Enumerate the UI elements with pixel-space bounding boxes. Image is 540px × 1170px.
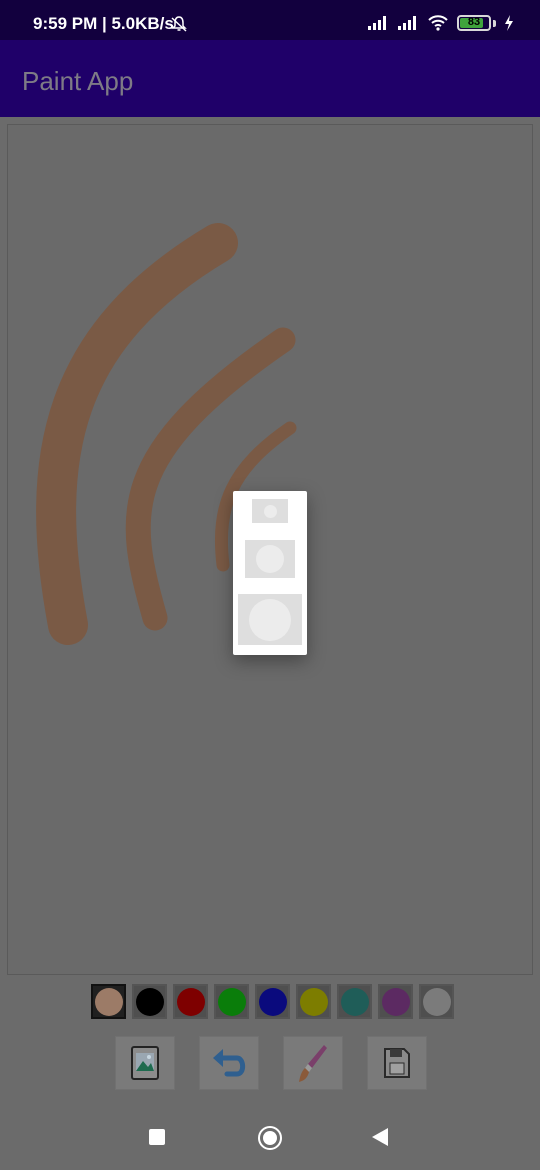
home-inner	[263, 1131, 277, 1145]
undo-icon	[213, 1049, 246, 1077]
mute-bell-icon	[171, 16, 187, 32]
status-time: 9:59 PM | 5.0KB/s	[33, 14, 174, 33]
wifi-icon	[428, 15, 448, 31]
brush-size-large-button[interactable]	[238, 594, 302, 645]
color-swatch-purple[interactable]	[378, 984, 413, 1019]
color-palette	[91, 984, 454, 1019]
color-swatch-teal[interactable]	[337, 984, 372, 1019]
swatch-dot	[381, 987, 410, 1016]
large-dot-icon	[249, 598, 291, 641]
swatch-dot	[422, 987, 451, 1016]
battery-tip	[493, 19, 496, 27]
swatch-dot	[299, 987, 328, 1016]
app-bar: Paint App	[0, 40, 540, 117]
save-button[interactable]	[367, 1036, 427, 1090]
system-nav-bar	[0, 1098, 540, 1170]
status-bar: 9:59 PM | 5.0KB/s 83	[0, 0, 540, 40]
recents-button[interactable]	[149, 1129, 165, 1145]
gallery-button[interactable]	[115, 1036, 175, 1090]
swatch-dot	[217, 987, 246, 1016]
swatch-dot	[176, 987, 205, 1016]
status-icons: 83	[367, 12, 514, 34]
color-swatch-skin[interactable]	[91, 984, 126, 1019]
color-swatch-yellow[interactable]	[296, 984, 331, 1019]
medium-dot-icon	[256, 545, 284, 573]
image-icon	[131, 1046, 159, 1080]
charging-icon	[505, 15, 513, 31]
signal-icon-2	[398, 16, 416, 30]
color-swatch-black[interactable]	[132, 984, 167, 1019]
brush-size-dialog	[233, 491, 307, 655]
brush-size-medium-button[interactable]	[245, 540, 295, 578]
battery-icon: 83	[457, 15, 491, 31]
brush-icon	[299, 1045, 327, 1082]
battery-level: 83	[467, 16, 481, 28]
undo-button[interactable]	[199, 1036, 259, 1090]
save-icon	[384, 1048, 410, 1078]
brush-size-button[interactable]	[283, 1036, 343, 1090]
home-button[interactable]	[258, 1126, 282, 1150]
swatch-dot	[94, 987, 123, 1016]
app-title: Paint App	[22, 66, 134, 96]
brush-size-small-button[interactable]	[252, 499, 288, 523]
back-button[interactable]	[372, 1128, 388, 1146]
color-swatch-green[interactable]	[214, 984, 249, 1019]
color-swatch-white[interactable]	[419, 984, 454, 1019]
swatch-dot	[135, 987, 164, 1016]
color-swatch-blue[interactable]	[255, 984, 290, 1019]
swatch-dot	[340, 987, 369, 1016]
signal-icon	[368, 16, 386, 30]
swatch-dot	[258, 987, 287, 1016]
color-swatch-red[interactable]	[173, 984, 208, 1019]
bottom-toolbar	[115, 1036, 427, 1090]
small-dot-icon	[263, 504, 277, 518]
